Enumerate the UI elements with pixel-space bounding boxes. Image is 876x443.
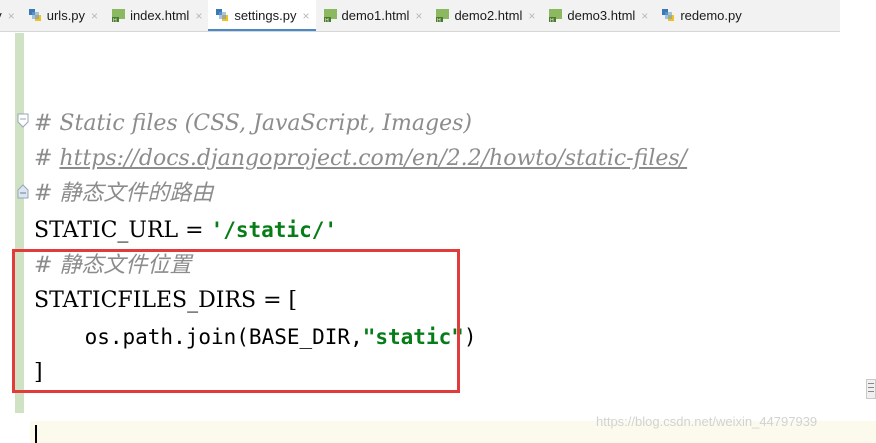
close-paren: ): [463, 325, 477, 349]
close-icon[interactable]: ×: [302, 9, 309, 23]
html-file-icon: H: [436, 9, 450, 23]
tab-py[interactable]: py ×: [0, 0, 21, 31]
docs-link[interactable]: https://docs.djangoproject.com/en/2.2/ho…: [59, 146, 687, 171]
tab-label: index.html: [130, 8, 190, 23]
python-file-icon: [662, 9, 675, 21]
fold-end-icon[interactable]: [16, 184, 30, 199]
tab-index-html[interactable]: H index.html ×: [104, 0, 208, 31]
editor-tab-bar: py × urls.py × H index.html × settings.p…: [0, 0, 840, 32]
close-icon[interactable]: ×: [415, 9, 422, 23]
code-line-3: # 静态文件的路由: [34, 181, 214, 206]
tab-demo3-html[interactable]: H demo3.html ×: [541, 0, 654, 31]
tab-demo2-html[interactable]: H demo2.html ×: [428, 0, 541, 31]
tab-label: redemo.py: [680, 8, 742, 23]
python-file-icon: [216, 9, 229, 21]
close-icon[interactable]: ×: [91, 9, 98, 23]
code-line-1: # Static files (CSS, JavaScript, Images): [34, 111, 473, 136]
tab-redemo-py[interactable]: redemo.py: [654, 0, 747, 31]
tab-demo1-html[interactable]: H demo1.html ×: [316, 0, 429, 31]
scrollbar-marker[interactable]: [866, 379, 876, 399]
watermark: https://blog.csdn.net/weixin_44797939: [596, 414, 818, 429]
annotation-highlight-box: [12, 249, 460, 393]
close-icon[interactable]: ×: [8, 9, 15, 23]
string-static-url: '/static/': [210, 218, 337, 242]
code-line-4: STATIC_URL = '/static/': [34, 213, 337, 247]
html-file-icon: H: [112, 9, 126, 23]
tab-urls-py[interactable]: urls.py ×: [21, 0, 104, 31]
close-icon[interactable]: ×: [528, 9, 535, 23]
python-file-icon: [28, 9, 41, 21]
tab-label: py: [0, 8, 2, 23]
svg-text:H: H: [325, 18, 329, 23]
html-file-icon: H: [549, 9, 563, 23]
tab-settings-py[interactable]: settings.py ×: [208, 0, 316, 31]
tab-label: urls.py: [46, 8, 86, 23]
comment-prefix: #: [34, 146, 60, 171]
fold-start-icon[interactable]: [16, 113, 30, 128]
code-editor[interactable]: # Static files (CSS, JavaScript, Images)…: [0, 33, 876, 443]
tab-label: demo2.html: [454, 8, 523, 23]
svg-text:H: H: [113, 18, 117, 23]
code-line-2: # https://docs.djangoproject.com/en/2.2/…: [34, 142, 687, 176]
text-caret: [35, 425, 37, 443]
close-icon[interactable]: ×: [641, 9, 648, 23]
tab-label: demo3.html: [567, 8, 636, 23]
svg-text:H: H: [550, 18, 554, 23]
tab-label: demo1.html: [341, 8, 410, 23]
svg-text:H: H: [437, 18, 441, 23]
html-file-icon: H: [323, 9, 337, 23]
tab-label: settings.py: [234, 8, 297, 23]
variable-static-url: STATIC_URL =: [34, 218, 211, 243]
close-icon[interactable]: ×: [195, 9, 202, 23]
